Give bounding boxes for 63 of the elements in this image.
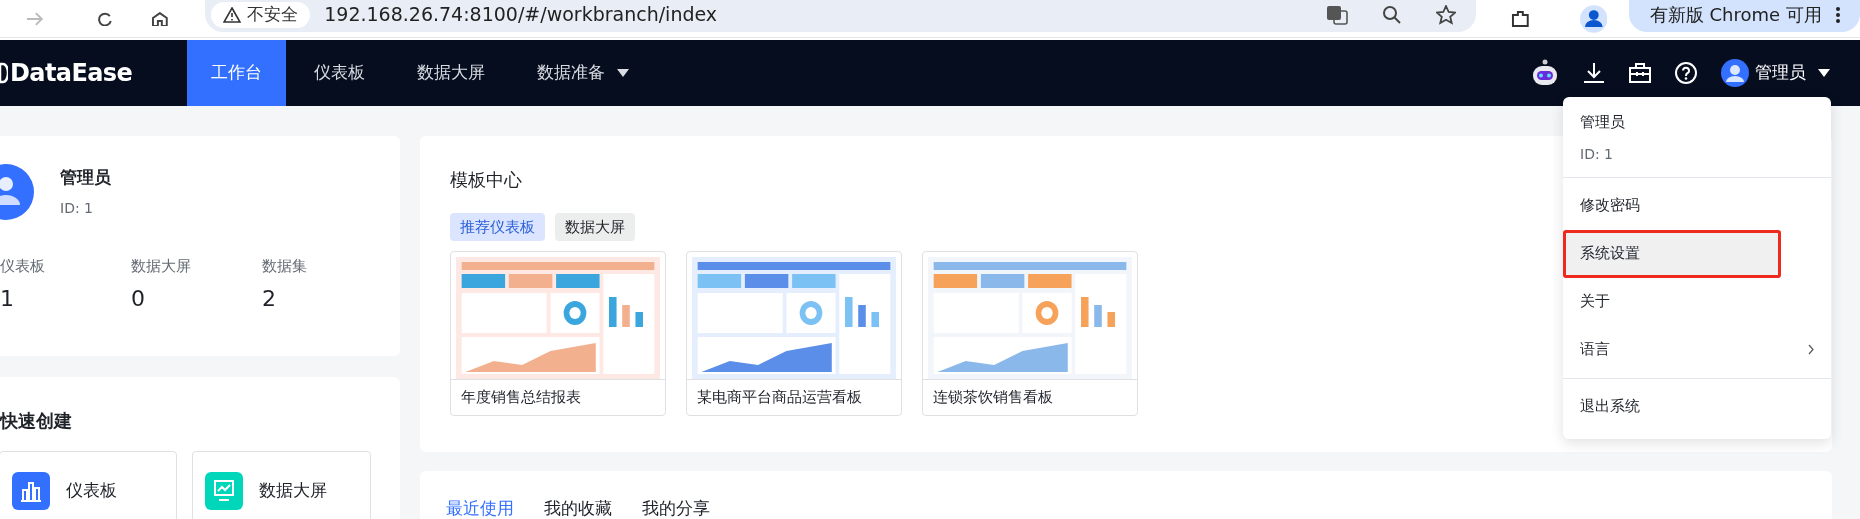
user-id: ID: 1 — [60, 199, 94, 219]
update-button[interactable]: 有新版 Chrome 可用 — [1629, 0, 1860, 32]
template-title: 某电商平台商品运营看板 — [687, 379, 901, 415]
stat-value: 2 — [262, 284, 277, 313]
filter-tag[interactable]: 数据大屏 — [555, 213, 635, 241]
template-item[interactable]: 某电商平台商品运营看板 — [686, 251, 902, 416]
profile-icon[interactable] — [1579, 4, 1608, 33]
filter-tag[interactable]: 推荐仪表板 — [450, 213, 545, 241]
menu-item-label: 系统设置 — [1580, 243, 1640, 265]
help-icon[interactable] — [1675, 62, 1697, 84]
menu-item[interactable]: 语言 — [1563, 325, 1831, 374]
more-icon — [1835, 6, 1840, 23]
caret-icon — [1818, 69, 1830, 77]
logo-icon — [0, 62, 8, 84]
bar-chart-icon — [12, 472, 50, 510]
menu-item[interactable]: 关于 — [1563, 277, 1831, 326]
recent-tab[interactable]: 我的分享 — [642, 497, 710, 519]
logo-text: DataEase — [10, 58, 133, 89]
menu-item-label: 退出系统 — [1580, 396, 1640, 418]
reload-icon[interactable] — [95, 11, 114, 26]
toolbox-icon[interactable] — [1629, 63, 1651, 83]
stat-label: 数据集 — [262, 256, 308, 277]
avatar-icon — [1721, 59, 1749, 87]
menu-user-name: 管理员 — [1580, 112, 1626, 133]
warning-icon — [223, 6, 242, 23]
stat-value: 1 — [0, 284, 15, 313]
section-title: 模板中心 — [450, 168, 523, 192]
template-item[interactable]: 年度销售总结报表 — [450, 251, 666, 416]
menu-item[interactable]: 修改密码 — [1563, 181, 1831, 230]
zoom-icon[interactable] — [1382, 4, 1403, 25]
recent-tab[interactable]: 最近使用 — [446, 497, 514, 519]
template-item[interactable]: 连锁茶饮销售看板 — [922, 251, 1138, 416]
quick-create-button[interactable]: 仪表板 — [0, 451, 177, 519]
star-icon[interactable] — [1436, 4, 1457, 25]
security-label: 不安全 — [247, 2, 299, 26]
menu-item[interactable]: 退出系统 — [1563, 382, 1831, 431]
stat-label: 仪表板 — [0, 256, 46, 277]
recent-tab[interactable]: 我的收藏 — [544, 497, 612, 519]
extensions-icon[interactable] — [1510, 8, 1532, 29]
nav-tab[interactable]: 数据大屏 — [393, 40, 509, 106]
menu-user-id: ID: 1 — [1580, 144, 1614, 164]
user-name: 管理员 — [60, 165, 111, 189]
menu-item-label: 关于 — [1580, 291, 1610, 313]
home-icon[interactable] — [151, 11, 170, 26]
translate-icon[interactable] — [1326, 4, 1349, 25]
quick-create-button[interactable]: 数据大屏 — [192, 451, 371, 519]
address-bar[interactable]: 不安全 192.168.26.74:8100/#/workbranch/index — [205, 0, 1477, 32]
download-icon[interactable] — [1583, 62, 1605, 84]
nav-tab[interactable]: 仪表板 — [290, 40, 389, 106]
stat-value: 0 — [131, 284, 146, 313]
nav-tab[interactable]: 工作台 — [187, 40, 286, 106]
stat-label: 数据大屏 — [131, 256, 192, 277]
menu-item-label: 语言 — [1580, 339, 1610, 361]
template-title: 连锁茶饮销售看板 — [923, 379, 1137, 415]
robot-icon[interactable] — [1531, 59, 1559, 87]
menu-item-label: 修改密码 — [1580, 195, 1640, 217]
monitor-icon — [205, 472, 243, 510]
menu-item[interactable]: 系统设置 — [1563, 229, 1781, 278]
nav-tab[interactable]: 数据准备 — [513, 40, 653, 106]
security-chip[interactable]: 不安全 — [211, 1, 311, 28]
url-text: 192.168.26.74:8100/#/workbranch/index — [324, 2, 718, 28]
user-menu-button[interactable]: 管理员 — [1721, 59, 1830, 87]
template-title: 年度销售总结报表 — [451, 379, 665, 415]
